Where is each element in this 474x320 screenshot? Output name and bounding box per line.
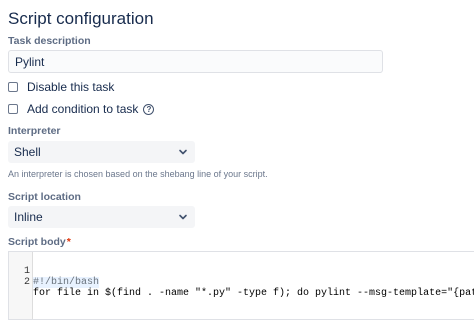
script-body-label-text: Script body: [8, 236, 66, 248]
script-body-label: Script body*: [8, 236, 71, 248]
add-condition-checkbox[interactable]: [8, 104, 18, 114]
script-location-select[interactable]: Inline: [8, 206, 195, 228]
code-text[interactable]: for file in $(find . -name "*.py" -type …: [33, 288, 474, 299]
interpreter-label: Interpreter: [8, 125, 61, 137]
disable-task-checkbox[interactable]: [8, 82, 18, 92]
interpreter-select[interactable]: Shell: [8, 141, 195, 163]
code-line[interactable]: 2 for file in $(find . -name "*.py" -typ…: [9, 266, 474, 299]
disable-task-option[interactable]: Disable this task: [8, 79, 114, 95]
chevron-down-icon: [178, 212, 188, 222]
add-condition-option[interactable]: Add condition to task ?: [8, 101, 155, 117]
line-number: 2: [23, 277, 30, 288]
interpreter-selected-value: Shell: [14, 145, 41, 159]
add-condition-label: Add condition to task: [27, 102, 139, 116]
script-body-editor[interactable]: 1 #!/bin/bash 2 for file in $(find . -na…: [8, 251, 474, 320]
page-title: Script configuration: [8, 9, 154, 28]
script-location-label: Script location: [8, 191, 81, 203]
required-mark: *: [66, 236, 71, 248]
code-line[interactable]: 1 #!/bin/bash: [9, 255, 474, 288]
task-description-label: Task description: [8, 35, 91, 47]
task-description-input[interactable]: [8, 50, 383, 73]
script-location-selected-value: Inline: [14, 210, 43, 224]
question-circle-icon[interactable]: ?: [143, 103, 155, 115]
code-text[interactable]: #!/bin/bash: [33, 277, 100, 288]
interpreter-helper-text: An interpreter is chosen based on the sh…: [8, 169, 268, 179]
disable-task-label: Disable this task: [27, 80, 115, 94]
chevron-down-icon: [178, 147, 188, 157]
